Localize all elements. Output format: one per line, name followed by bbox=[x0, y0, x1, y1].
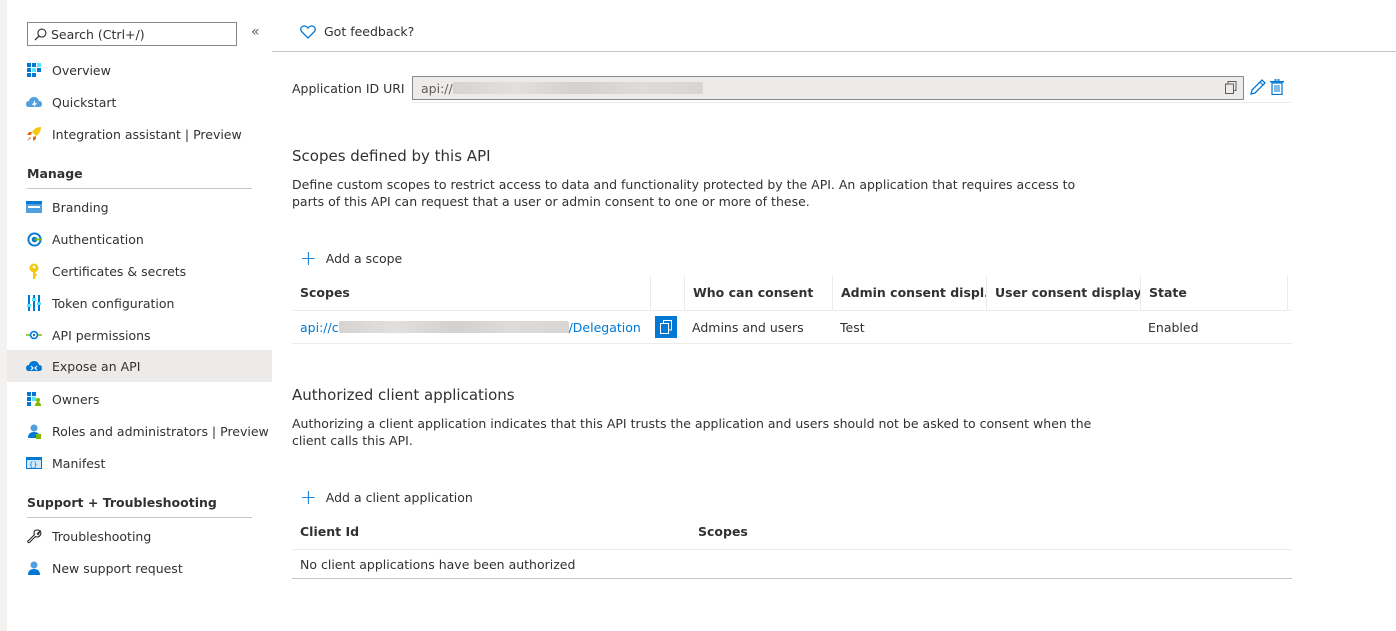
sidebar-item-label: Expose an API bbox=[52, 358, 141, 374]
scopes-description: Define custom scopes to restrict access … bbox=[292, 177, 1076, 209]
scopes-table-header: Scopes Who can consent Admin consent dis… bbox=[292, 275, 1292, 311]
copy-icon[interactable] bbox=[1225, 81, 1237, 97]
who-can-consent-cell: Admins and users bbox=[692, 319, 804, 335]
clients-description: Authorizing a client application indicat… bbox=[292, 416, 1092, 448]
sidebar: Search (Ctrl+/) « Overview Quickstart In… bbox=[7, 0, 272, 631]
clients-table-header: Client Id Scopes bbox=[292, 514, 1292, 550]
sidebar-item-label: New support request bbox=[52, 560, 183, 576]
redacted-region bbox=[338, 321, 569, 333]
sidebar-item-certificates-secrets[interactable]: Certificates & secrets bbox=[7, 255, 272, 287]
sidebar-item-label: Troubleshooting bbox=[52, 528, 152, 544]
scope-cell[interactable]: api://c /Delegation bbox=[292, 320, 651, 335]
column-header-client-scopes[interactable]: Scopes bbox=[690, 524, 1090, 539]
sidebar-item-label: Certificates & secrets bbox=[52, 263, 187, 279]
sidebar-item-label: Authentication bbox=[52, 231, 144, 247]
cloud-icon bbox=[25, 357, 43, 375]
edit-pencil-icon[interactable] bbox=[1250, 79, 1266, 99]
scope-link-prefix[interactable]: api://c bbox=[300, 320, 339, 335]
sidebar-item-label: Branding bbox=[52, 199, 109, 215]
sidebar-item-troubleshooting[interactable]: Troubleshooting bbox=[7, 520, 272, 552]
branding-icon bbox=[25, 198, 43, 216]
table-row: No client applications have been authori… bbox=[292, 550, 1292, 578]
api-permissions-icon bbox=[25, 326, 43, 344]
sidebar-item-label: Owners bbox=[52, 391, 100, 407]
token-icon bbox=[25, 294, 43, 312]
roles-icon bbox=[25, 422, 43, 440]
sidebar-item-roles-administrators[interactable]: Roles and administrators | Preview bbox=[7, 415, 272, 447]
app-id-divider bbox=[412, 102, 1292, 103]
sidebar-item-integration-assistant[interactable]: Integration assistant | Preview bbox=[7, 118, 272, 150]
section-manage: Manage bbox=[27, 166, 252, 189]
app-id-uri-value: api:// bbox=[421, 80, 453, 96]
sidebar-item-label: Roles and administrators | Preview bbox=[52, 423, 269, 439]
sidebar-item-label: API permissions bbox=[52, 327, 151, 343]
empty-clients-message: No client applications have been authori… bbox=[300, 556, 576, 572]
sidebar-item-expose-an-api[interactable]: Expose an API bbox=[7, 350, 272, 382]
column-header-spacer bbox=[651, 275, 685, 310]
sidebar-item-overview[interactable]: Overview bbox=[7, 54, 272, 86]
copy-scope-button[interactable] bbox=[655, 316, 677, 338]
sidebar-item-api-permissions[interactable]: API permissions bbox=[7, 319, 272, 351]
quickstart-icon bbox=[25, 93, 43, 111]
main-content: Got feedback? Application ID URI api:// … bbox=[272, 0, 1396, 631]
rocket-icon bbox=[25, 125, 43, 143]
app-id-uri-label: Application ID URI bbox=[292, 81, 405, 96]
toolbar-divider bbox=[272, 51, 1396, 52]
sidebar-item-label: Quickstart bbox=[52, 94, 117, 110]
sidebar-item-authentication[interactable]: Authentication bbox=[7, 223, 272, 255]
feedback-label: Got feedback? bbox=[324, 24, 415, 39]
copy-cell bbox=[651, 316, 684, 338]
column-header-state[interactable]: State bbox=[1141, 275, 1288, 310]
add-client-label: Add a client application bbox=[325, 489, 473, 505]
search-icon bbox=[34, 28, 47, 41]
authentication-icon bbox=[25, 230, 43, 248]
scope-link-suffix[interactable]: /Delegation bbox=[569, 320, 641, 335]
state-cell: Enabled bbox=[1148, 319, 1199, 335]
sidebar-item-token-configuration[interactable]: Token configuration bbox=[7, 287, 272, 319]
left-gutter bbox=[0, 0, 7, 631]
feedback-button[interactable]: Got feedback? bbox=[300, 24, 414, 39]
sidebar-item-label: Overview bbox=[52, 62, 111, 78]
delete-trash-icon[interactable] bbox=[1270, 78, 1284, 99]
sidebar-item-new-support-request[interactable]: New support request bbox=[7, 552, 272, 584]
search-input[interactable]: Search (Ctrl+/) bbox=[27, 22, 237, 46]
clients-title: Authorized client applications bbox=[292, 386, 515, 404]
sidebar-item-manifest[interactable]: {} Manifest bbox=[7, 447, 272, 479]
plus-icon: + bbox=[300, 485, 317, 509]
admin-consent-cell: Test bbox=[840, 319, 865, 335]
add-scope-button[interactable]: + Add a scope bbox=[300, 246, 403, 270]
section-support-troubleshooting: Support + Troubleshooting bbox=[27, 495, 252, 518]
sidebar-item-label: Integration assistant | Preview bbox=[52, 126, 242, 142]
search-placeholder: Search (Ctrl+/) bbox=[51, 26, 145, 42]
plus-icon: + bbox=[300, 246, 317, 270]
redacted-region bbox=[452, 82, 703, 94]
sidebar-item-branding[interactable]: Branding bbox=[7, 191, 272, 223]
copy-icon bbox=[660, 320, 672, 334]
svg-text:{}: {} bbox=[29, 461, 37, 469]
column-header-user-consent[interactable]: User consent display ... bbox=[987, 275, 1141, 310]
collapse-sidebar-button[interactable]: « bbox=[251, 24, 260, 40]
table-row: api://c /Delegation Admins and users Tes… bbox=[292, 311, 1292, 344]
scopes-title: Scopes defined by this API bbox=[292, 147, 491, 165]
clients-table: Client Id Scopes No client applications … bbox=[292, 514, 1292, 579]
add-scope-label: Add a scope bbox=[325, 250, 403, 266]
manifest-icon: {} bbox=[25, 454, 43, 472]
wrench-icon bbox=[25, 527, 43, 545]
sidebar-item-quickstart[interactable]: Quickstart bbox=[7, 86, 272, 118]
column-header-client-id[interactable]: Client Id bbox=[292, 524, 690, 539]
scopes-table: Scopes Who can consent Admin consent dis… bbox=[292, 275, 1292, 344]
support-person-icon bbox=[25, 559, 43, 577]
app-id-uri-field: api:// bbox=[412, 76, 1244, 100]
sidebar-item-label: Manifest bbox=[52, 455, 106, 471]
key-icon bbox=[25, 262, 43, 280]
owners-icon bbox=[25, 390, 43, 408]
sidebar-item-label: Token configuration bbox=[52, 295, 175, 311]
sidebar-item-owners[interactable]: Owners bbox=[7, 383, 272, 415]
column-header-admin-consent[interactable]: Admin consent displ... bbox=[833, 275, 987, 310]
column-header-who-can-consent[interactable]: Who can consent bbox=[685, 275, 833, 310]
overview-icon bbox=[25, 61, 43, 79]
heart-icon bbox=[300, 24, 316, 39]
add-client-application-button[interactable]: + Add a client application bbox=[300, 485, 473, 509]
column-header-scopes[interactable]: Scopes bbox=[292, 275, 651, 310]
